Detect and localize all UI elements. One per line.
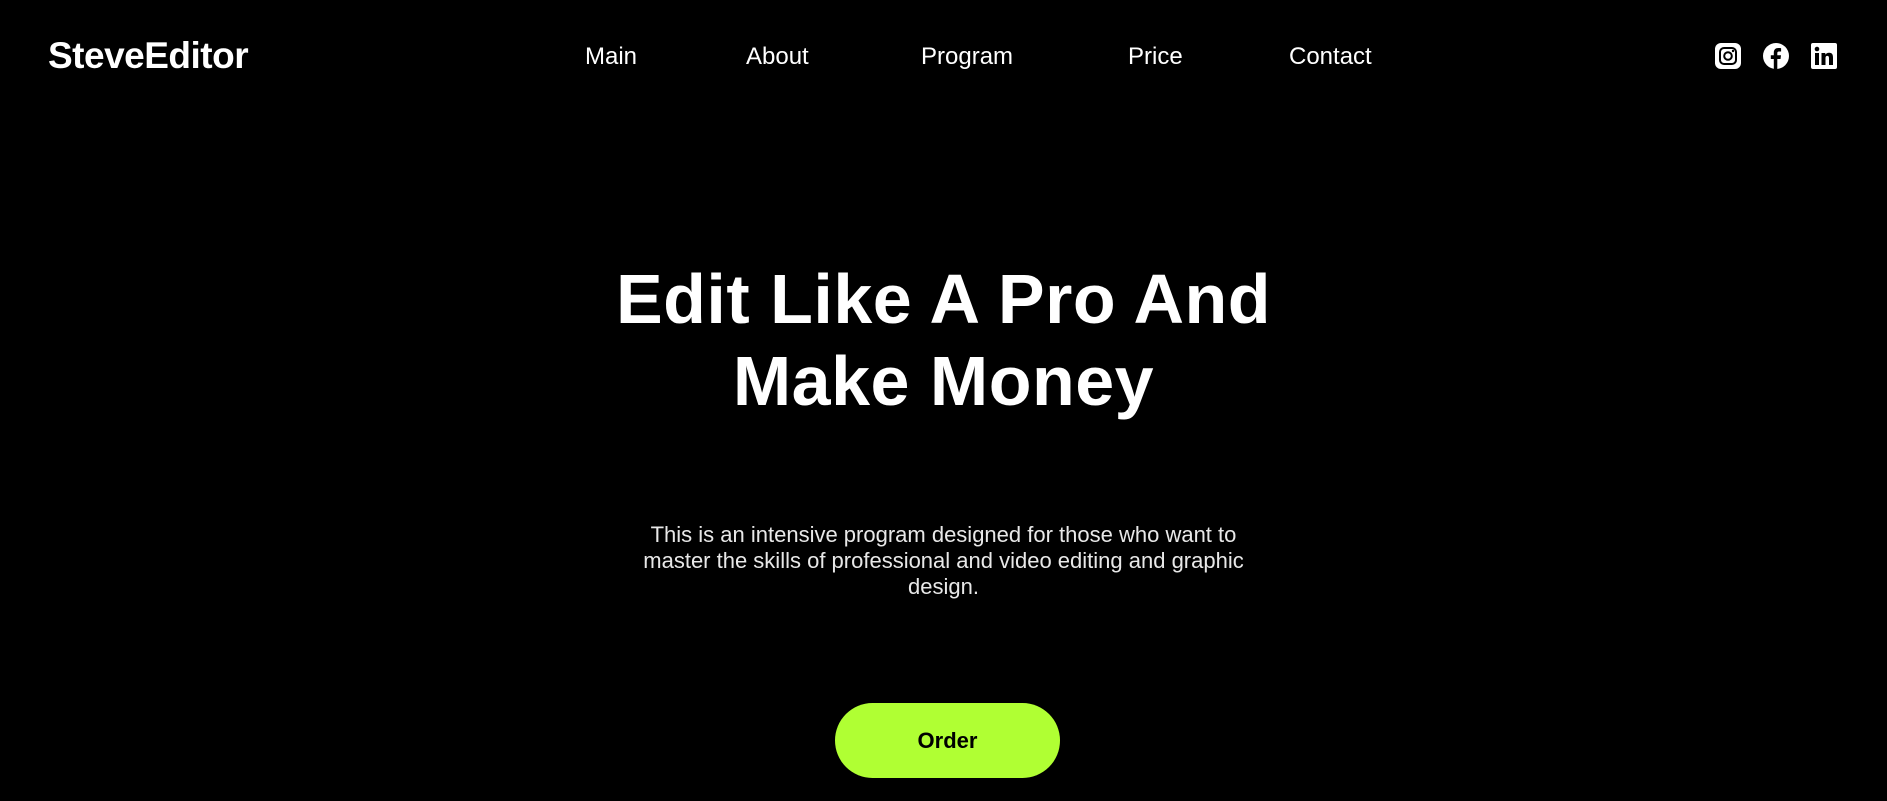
landing-page: SteveEditor Main About Program Price Con… <box>0 0 1887 801</box>
nav-link-main[interactable]: Main <box>585 38 637 76</box>
instagram-icon[interactable] <box>1715 43 1741 69</box>
hero-description: This is an intensive program designed fo… <box>0 522 1887 600</box>
main-nav: Main About Program Price Contact <box>0 38 1887 76</box>
nav-link-about[interactable]: About <box>746 38 809 76</box>
hero-description-line: master the skills of professional and vi… <box>643 548 1244 573</box>
order-button[interactable]: Order <box>835 703 1060 778</box>
nav-link-program[interactable]: Program <box>921 38 1013 76</box>
hero-description-line: This is an intensive program designed fo… <box>650 522 1237 547</box>
hero-description-line: design. <box>908 574 979 599</box>
hero-title: Edit Like A Pro And Make Money <box>0 258 1887 422</box>
hero-title-line: Edit Like A Pro And <box>615 260 1272 338</box>
social-links <box>1715 43 1837 69</box>
linkedin-icon[interactable] <box>1811 43 1837 69</box>
nav-link-price[interactable]: Price <box>1128 38 1183 76</box>
nav-link-contact[interactable]: Contact <box>1289 38 1372 76</box>
facebook-icon[interactable] <box>1763 43 1789 69</box>
hero-title-line: Make Money <box>732 342 1155 420</box>
